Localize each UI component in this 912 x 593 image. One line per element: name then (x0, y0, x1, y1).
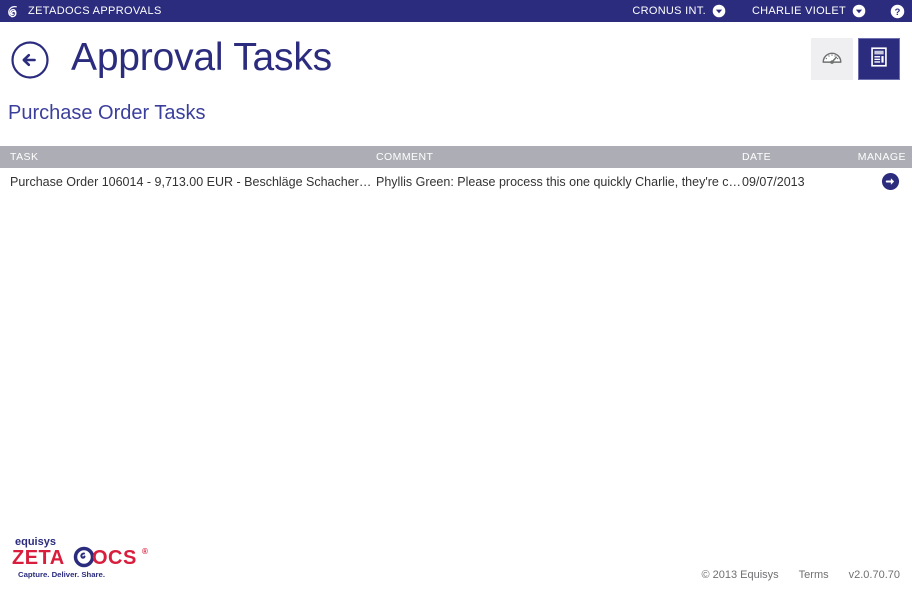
view-toggle-group (811, 38, 900, 80)
table-row[interactable]: Purchase Order 106014 - 9,713.00 EUR - B… (0, 168, 912, 195)
zetadocs-swirl-icon (6, 4, 21, 19)
cell-manage (848, 172, 912, 191)
column-header-manage: MANAGE (848, 151, 912, 163)
column-header-comment: COMMENT (376, 151, 742, 163)
page-subtitle: Purchase Order Tasks (8, 102, 206, 125)
help-circle-icon: ? (890, 4, 904, 18)
logo-ocs-text: OCS (92, 547, 137, 569)
footer-copyright: © 2013 Equisys (701, 569, 778, 581)
cell-date: 09/07/2013 (742, 175, 848, 189)
user-menu[interactable]: CHARLIE VIOLET (752, 4, 866, 18)
list-view-button[interactable] (858, 38, 900, 80)
back-button[interactable] (10, 40, 50, 80)
gauge-icon (820, 45, 844, 74)
logo-swirl-d-icon (76, 549, 93, 566)
arrow-right-circle-icon[interactable] (881, 172, 900, 191)
svg-text:?: ? (895, 7, 901, 17)
page-header: Approval Tasks Purchase Order Tasks (0, 22, 912, 146)
user-menu-label: CHARLIE VIOLET (752, 5, 846, 17)
top-navigation-bar: ZETADOCS APPROVALS CRONUS INT. CHARLIE V… (0, 0, 912, 22)
topbar-brand: ZETADOCS APPROVALS (0, 4, 162, 19)
topbar-actions: CRONUS INT. CHARLIE VIOLET (606, 4, 912, 18)
company-selector[interactable]: CRONUS INT. (632, 4, 726, 18)
dashboard-view-button[interactable] (811, 38, 853, 80)
help-button[interactable]: ? (890, 4, 904, 18)
footer-version: v2.0.70.70 (849, 569, 900, 581)
terms-link-text[interactable]: Terms (799, 569, 829, 581)
back-arrow-circle-icon (10, 67, 50, 84)
company-selector-label: CRONUS INT. (632, 5, 706, 17)
cell-comment: Phyllis Green: Please process this one q… (376, 175, 742, 189)
logo-zeta-text: ZETA (12, 547, 65, 569)
column-header-date: DATE (742, 151, 848, 163)
page-title: Approval Tasks (71, 36, 332, 80)
footer-terms-link[interactable]: Terms (799, 569, 829, 581)
document-list-icon (867, 45, 891, 74)
cell-task: Purchase Order 106014 - 9,713.00 EUR - B… (0, 175, 376, 189)
column-header-task: TASK (0, 151, 376, 163)
logo-equisys-text: equisys (15, 536, 56, 548)
chevron-down-circle-icon (852, 4, 866, 18)
logo-registered-mark: ® (142, 547, 148, 556)
approval-tasks-table: TASK COMMENT DATE MANAGE Purchase Order … (0, 146, 912, 195)
footer-meta: © 2013 Equisys Terms v2.0.70.70 (681, 569, 900, 581)
table-header-row: TASK COMMENT DATE MANAGE (0, 146, 912, 168)
logo-tagline: Capture. Deliver. Share. (18, 570, 105, 579)
app-title: ZETADOCS APPROVALS (28, 5, 162, 17)
equisys-zetadocs-logo: equisys ZETA OCS ® Capture. Deliver. Sha… (8, 533, 154, 581)
chevron-down-circle-icon (712, 4, 726, 18)
